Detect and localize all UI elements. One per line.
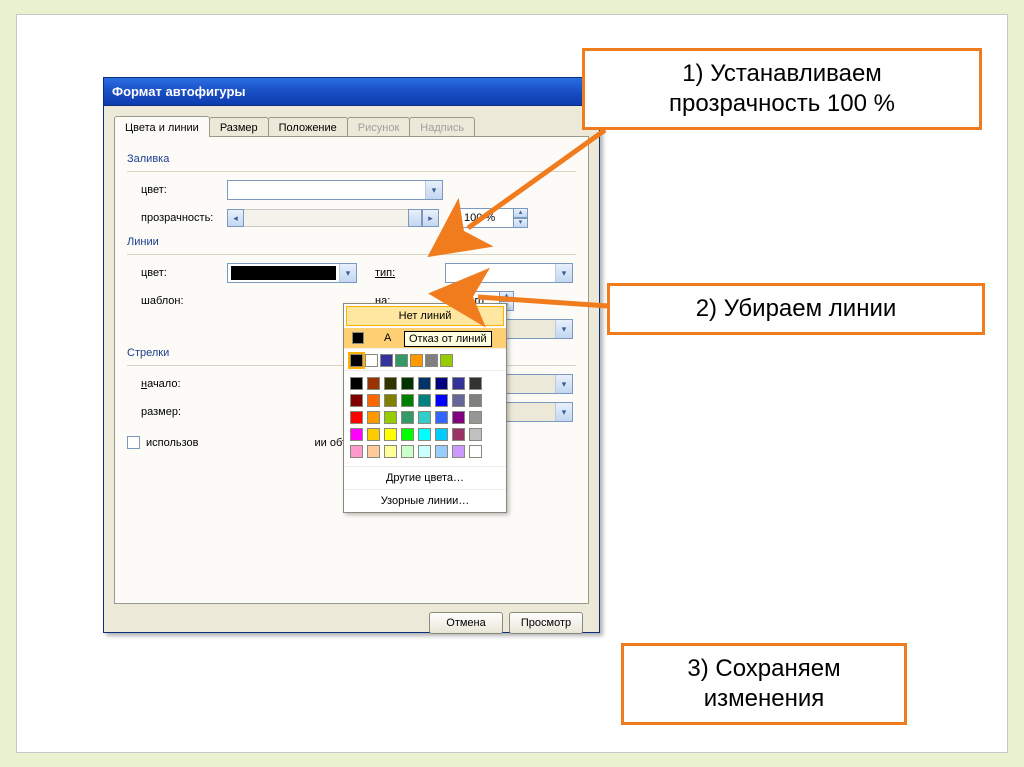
color-swatch[interactable] — [384, 394, 397, 407]
color-swatch[interactable] — [367, 377, 380, 390]
transparency-spinner[interactable]: ▴ ▾ — [459, 208, 528, 228]
color-swatch[interactable] — [418, 411, 431, 424]
color-swatch[interactable] — [367, 411, 380, 424]
slider-right-icon[interactable]: ▸ — [422, 209, 439, 227]
color-swatch[interactable] — [418, 428, 431, 441]
spin-up-icon[interactable]: ▴ — [499, 291, 514, 301]
slider-left-icon[interactable]: ◂ — [227, 209, 244, 227]
color-swatch[interactable] — [401, 411, 414, 424]
label-line-color: цвет: — [127, 267, 227, 279]
recent-color-swatch[interactable] — [440, 354, 453, 367]
callout-3: 3) Сохраняем изменения — [621, 643, 907, 725]
color-swatch[interactable] — [452, 445, 465, 458]
color-swatch[interactable] — [418, 377, 431, 390]
recent-color-swatch[interactable] — [380, 354, 393, 367]
black-swatch-icon — [352, 332, 364, 344]
color-swatch[interactable] — [469, 411, 482, 424]
popup-more-colors[interactable]: Другие цвета… — [344, 467, 506, 490]
recent-color-swatch[interactable] — [425, 354, 438, 367]
color-swatch[interactable] — [435, 394, 448, 407]
color-swatch[interactable] — [452, 394, 465, 407]
line-type-combo[interactable]: ▾ — [445, 263, 573, 283]
spin-down-icon[interactable]: ▾ — [513, 218, 528, 228]
cancel-button[interactable]: Отмена — [429, 612, 503, 634]
color-swatch[interactable] — [452, 428, 465, 441]
dialog-titlebar: Формат автофигуры — [104, 78, 599, 106]
line-color-popup: Нет линий А Отказ от линий Другие цвета…… — [343, 303, 507, 513]
color-swatch[interactable] — [350, 411, 363, 424]
line-color-combo[interactable]: ▾ — [227, 263, 357, 283]
chevron-down-icon: ▾ — [555, 375, 572, 393]
group-fill: Заливка — [127, 153, 576, 165]
color-swatch[interactable] — [384, 428, 397, 441]
color-swatch[interactable] — [401, 394, 414, 407]
popup-auto-item[interactable]: А Отказ от линий — [344, 328, 506, 349]
recent-color-swatch[interactable] — [365, 354, 378, 367]
color-swatch[interactable] — [418, 445, 431, 458]
fill-color-combo[interactable]: ▾ — [227, 180, 443, 200]
label-arrow-size: размер: — [127, 406, 227, 418]
color-swatch[interactable] — [469, 445, 482, 458]
label-line-template: шаблон: — [127, 295, 227, 307]
color-swatch[interactable] — [435, 428, 448, 441]
color-swatch[interactable] — [469, 394, 482, 407]
color-swatch[interactable] — [367, 428, 380, 441]
preview-button[interactable]: Просмотр — [509, 612, 583, 634]
color-swatch[interactable] — [350, 377, 363, 390]
color-swatch[interactable] — [384, 445, 397, 458]
color-swatch[interactable] — [469, 377, 482, 390]
callout-1: 1) Устанавливаем прозрачность 100 % — [582, 48, 982, 130]
transparency-value[interactable] — [459, 208, 513, 228]
tab-position[interactable]: Положение — [268, 117, 348, 138]
chevron-down-icon: ▾ — [425, 181, 442, 199]
label-line-type: тип: — [375, 267, 445, 279]
color-swatch[interactable] — [384, 377, 397, 390]
color-swatch[interactable] — [367, 445, 380, 458]
popup-color-grid — [344, 371, 506, 467]
transparency-slider[interactable]: ◂ ▸ — [227, 209, 439, 227]
color-swatch[interactable] — [469, 428, 482, 441]
chevron-down-icon: ▾ — [555, 320, 572, 338]
chevron-down-icon: ▾ — [339, 264, 356, 282]
defaults-checkbox[interactable] — [127, 436, 140, 449]
popup-no-lines[interactable]: Нет линий — [346, 306, 504, 326]
color-swatch[interactable] — [435, 445, 448, 458]
tab-size[interactable]: Размер — [209, 117, 269, 138]
color-swatch[interactable] — [435, 411, 448, 424]
color-swatch[interactable] — [350, 394, 363, 407]
tooltip-no-lines: Отказ от линий — [404, 331, 492, 347]
color-swatch[interactable] — [452, 411, 465, 424]
popup-recent-colors — [344, 349, 506, 371]
color-swatch[interactable] — [401, 445, 414, 458]
tab-textbox: Надпись — [409, 117, 475, 138]
color-swatch[interactable] — [401, 377, 414, 390]
popup-pattern-lines[interactable]: Узорные линии… — [344, 490, 506, 512]
color-swatch[interactable] — [452, 377, 465, 390]
dialog-title: Формат автофигуры — [112, 84, 246, 99]
recent-color-swatch[interactable] — [395, 354, 408, 367]
color-swatch[interactable] — [401, 428, 414, 441]
color-swatch[interactable] — [384, 411, 397, 424]
recent-color-swatch[interactable] — [410, 354, 423, 367]
tab-picture: Рисунок — [347, 117, 411, 138]
color-swatch[interactable] — [367, 394, 380, 407]
color-swatch[interactable] — [350, 428, 363, 441]
label-fill-color: цвет: — [127, 184, 227, 196]
color-swatch[interactable] — [418, 394, 431, 407]
recent-color-swatch[interactable] — [350, 354, 363, 367]
tabs: Цвета и линии Размер Положение Рисунок Н… — [114, 116, 589, 137]
label-transparency: прозрачность: — [127, 212, 227, 224]
callout-2: 2) Убираем линии — [607, 283, 985, 335]
tab-colors-lines[interactable]: Цвета и линии — [114, 116, 210, 137]
chevron-down-icon: ▾ — [555, 264, 572, 282]
color-swatch[interactable] — [435, 377, 448, 390]
spin-up-icon[interactable]: ▴ — [513, 208, 528, 218]
chevron-down-icon: ▾ — [555, 403, 572, 421]
label-defaults-prefix: использов — [146, 437, 199, 449]
label-arrow-begin: начало: — [127, 378, 227, 390]
group-lines: Линии — [127, 236, 576, 248]
color-swatch[interactable] — [350, 445, 363, 458]
slider-thumb[interactable] — [408, 209, 422, 227]
